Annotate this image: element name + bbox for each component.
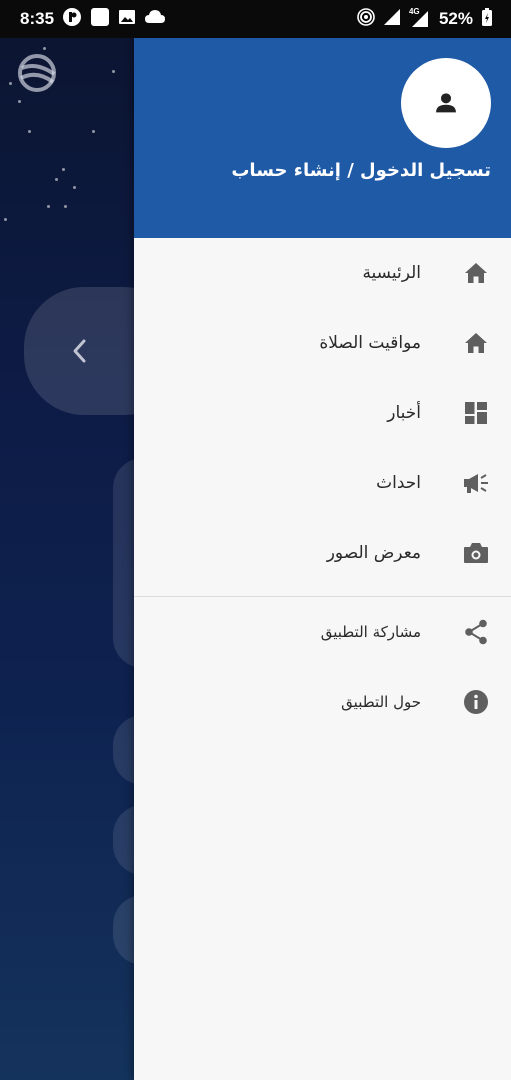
- megaphone-icon: [463, 470, 489, 496]
- battery-percent: 52%: [438, 9, 473, 28]
- menu-item-about-app[interactable]: حول التطبيق: [134, 667, 511, 737]
- menu-label-home: الرئيسية: [362, 263, 421, 283]
- menu-item-events[interactable]: احداث: [134, 448, 511, 518]
- home-icon: [463, 330, 489, 356]
- menu-item-news[interactable]: أخبار: [134, 378, 511, 448]
- menu-label-news: أخبار: [387, 403, 421, 423]
- notification-circle-icon: [62, 7, 82, 32]
- status-bar: 8:35 4G 52%: [0, 0, 511, 38]
- battery-icon: [481, 7, 493, 32]
- signal-icon: [383, 8, 401, 31]
- network-type-label: 4G: [408, 7, 420, 16]
- menu-item-gallery[interactable]: معرض الصور: [134, 518, 511, 588]
- image-icon: [118, 8, 136, 31]
- drawer-header: تسجيل الدخول / إنشاء حساب: [134, 38, 511, 238]
- navigation-drawer: تسجيل الدخول / إنشاء حساب الرئيسية مواقي…: [134, 38, 511, 1080]
- menu-label-share-app: مشاركة التطبيق: [320, 623, 421, 641]
- menu-item-prayer-times[interactable]: مواقيت الصلاة: [134, 308, 511, 378]
- login-register-link[interactable]: تسجيل الدخول / إنشاء حساب: [231, 160, 491, 181]
- chevron-left-icon: [73, 339, 86, 363]
- home-icon: [463, 260, 489, 286]
- status-time: 8:35: [20, 9, 55, 28]
- avatar[interactable]: [401, 58, 491, 148]
- cloud-icon: [144, 9, 166, 30]
- menu-label-prayer-times: مواقيت الصلاة: [319, 333, 421, 353]
- hotspot-icon: [357, 7, 375, 31]
- dashboard-icon: [463, 400, 489, 426]
- menu-item-share-app[interactable]: مشاركة التطبيق: [134, 597, 511, 667]
- camera-icon: [463, 540, 489, 566]
- globe-logo-icon: [18, 54, 56, 92]
- signal-4g-icon: 4G: [408, 7, 431, 28]
- share-icon: [463, 619, 489, 645]
- menu-item-home[interactable]: الرئيسية: [134, 238, 511, 308]
- drawer-menu: الرئيسية مواقيت الصلاة أخبار احداث معرض: [134, 238, 511, 737]
- info-icon: [463, 689, 489, 715]
- app-square-icon: [90, 7, 110, 32]
- menu-label-about-app: حول التطبيق: [341, 693, 421, 711]
- menu-label-gallery: معرض الصور: [326, 543, 421, 563]
- menu-label-events: احداث: [376, 473, 421, 493]
- person-icon: [436, 93, 456, 113]
